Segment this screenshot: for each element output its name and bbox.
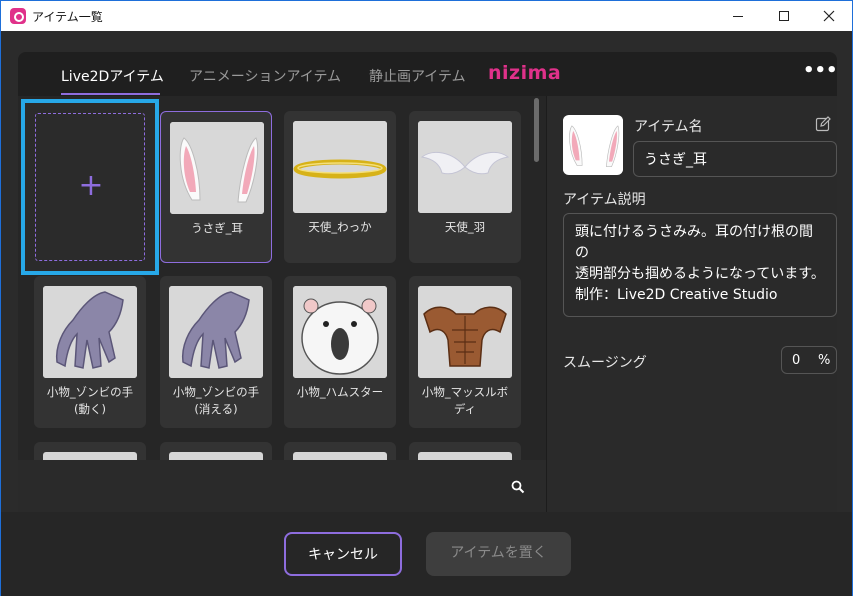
item-label: 天使_羽 bbox=[444, 220, 486, 234]
item-label: 小物_ゾンビの手 (動く) bbox=[46, 385, 134, 416]
item-card[interactable] bbox=[160, 442, 272, 460]
item-thumbnail bbox=[43, 452, 137, 460]
minimize-button[interactable] bbox=[715, 1, 761, 31]
item-card[interactable] bbox=[284, 442, 396, 460]
item-label: 小物_ハムスター bbox=[296, 385, 384, 399]
hamster-icon bbox=[293, 286, 387, 378]
smoothing-value: 0 bbox=[792, 353, 801, 368]
grid-scrollbar-thumb[interactable] bbox=[534, 98, 539, 162]
halo-icon bbox=[293, 121, 387, 213]
smoothing-input[interactable]: 0 % bbox=[781, 346, 837, 374]
item-card[interactable]: 小物_マッスルボ ディ bbox=[409, 276, 521, 428]
item-card[interactable]: 小物_ゾンビの手 (消える) bbox=[160, 276, 272, 428]
item-name-field[interactable]: うさぎ_耳 bbox=[633, 141, 837, 177]
edit-icon[interactable] bbox=[815, 116, 831, 132]
tab-still-image-items[interactable]: 静止画アイテム bbox=[369, 66, 466, 86]
add-item-dropzone[interactable]: + bbox=[35, 113, 145, 261]
app-icon bbox=[10, 8, 26, 24]
place-item-button[interactable]: アイテムを置く bbox=[426, 532, 571, 576]
item-card[interactable] bbox=[34, 442, 146, 460]
item-grid: + うさぎ_耳 天使_わっか 天使_羽 小物_ゾンビの手 (動く) 小物_ゾンビ… bbox=[18, 96, 546, 460]
item-card[interactable] bbox=[409, 442, 521, 460]
item-label: 小物_マッスルボ ディ bbox=[421, 385, 509, 416]
angel-wings-icon bbox=[418, 121, 512, 213]
nizima-logo[interactable]: nizima bbox=[488, 62, 561, 84]
bunny-ears-icon bbox=[170, 122, 264, 214]
zombie-hand-icon bbox=[43, 286, 137, 378]
add-item-card[interactable]: + bbox=[21, 99, 159, 275]
item-card[interactable]: 小物_ハムスター bbox=[284, 276, 396, 428]
tab-bar: Live2Dアイテム アニメーションアイテム 静止画アイテム nizima ••… bbox=[18, 52, 838, 96]
dialog-footer: キャンセル アイテムを置く bbox=[1, 512, 852, 596]
item-label: 小物_ゾンビの手 (消える) bbox=[172, 385, 260, 416]
close-icon bbox=[823, 10, 835, 22]
muscle-body-icon bbox=[418, 286, 512, 378]
maximize-icon bbox=[779, 11, 789, 21]
plus-icon: + bbox=[78, 168, 104, 203]
window-title: アイテム一覧 bbox=[32, 10, 103, 24]
item-label: 天使_わっか bbox=[308, 220, 372, 234]
cancel-button[interactable]: キャンセル bbox=[284, 532, 402, 576]
more-options-button[interactable]: ••• bbox=[803, 62, 838, 84]
item-card[interactable]: うさぎ_耳 bbox=[160, 111, 272, 263]
item-card[interactable]: 天使_羽 bbox=[409, 111, 521, 263]
item-name-label: アイテム名 bbox=[634, 119, 703, 135]
title-bar: アイテム一覧 bbox=[1, 1, 852, 31]
minimize-icon bbox=[733, 15, 743, 17]
item-list-window: アイテム一覧 Live2Dアイテム アニメーションアイテム 静止画アイテム ni… bbox=[0, 0, 853, 596]
item-detail-panel: アイテム名 うさぎ_耳 アイテム説明 頭に付けるうさみみ。耳の付け根の間の 透明… bbox=[547, 96, 837, 512]
tab-live2d-items[interactable]: Live2Dアイテム bbox=[61, 66, 164, 86]
search-bar bbox=[18, 460, 546, 512]
maximize-button[interactable] bbox=[761, 1, 807, 31]
item-card[interactable]: 小物_ゾンビの手 (動く) bbox=[34, 276, 146, 428]
item-panel: Live2Dアイテム アニメーションアイテム 静止画アイテム nizima ••… bbox=[18, 52, 838, 512]
bunny-ears-icon bbox=[563, 115, 623, 175]
item-description-field[interactable]: 頭に付けるうさみみ。耳の付け根の間の 透明部分も掴めるようになっています。 制作… bbox=[563, 213, 837, 317]
item-thumbnail bbox=[418, 452, 512, 460]
zombie-hand-icon bbox=[169, 286, 263, 378]
close-button[interactable] bbox=[806, 1, 852, 31]
smoothing-unit: % bbox=[818, 353, 831, 368]
smoothing-label: スムージング bbox=[563, 355, 647, 371]
tab-animation-items[interactable]: アニメーションアイテム bbox=[189, 66, 341, 86]
search-icon[interactable] bbox=[511, 480, 525, 494]
active-tab-indicator bbox=[61, 93, 160, 95]
item-card[interactable]: 天使_わっか bbox=[284, 111, 396, 263]
item-description-label: アイテム説明 bbox=[563, 192, 646, 208]
item-thumbnail bbox=[293, 452, 387, 460]
item-label: うさぎ_耳 bbox=[191, 221, 243, 235]
item-thumbnail bbox=[169, 452, 263, 460]
